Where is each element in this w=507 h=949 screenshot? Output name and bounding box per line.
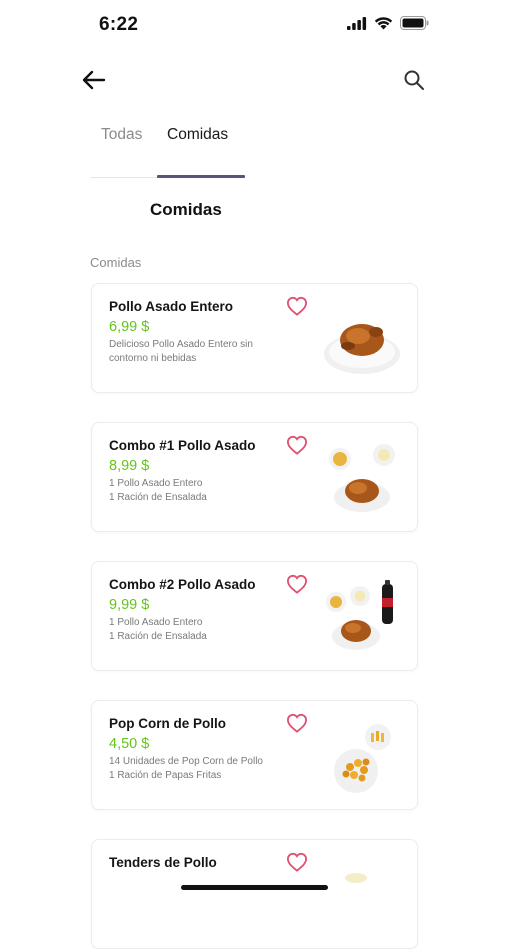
product-name: Pollo Asado Entero: [109, 299, 234, 314]
product-image: [345, 873, 367, 883]
product-image: [324, 324, 400, 374]
product-card[interactable]: Combo #2 Pollo Asado 9,99 $ 1 Pollo Asad…: [91, 561, 418, 671]
description-line: 1 Ración de Ensalada: [109, 631, 207, 642]
status-time: 6:22: [99, 14, 139, 35]
description-line: 1 Ración de Ensalada: [109, 492, 207, 503]
description-line: 1 Pollo Asado Entero: [109, 617, 203, 628]
product-price: 6,99 $: [109, 319, 150, 335]
product-card[interactable]: Combo #1 Pollo Asado 8,99 $ 1 Pollo Asad…: [91, 422, 418, 532]
product-description: 1 Pollo Asado Entero 1 Ración de Ensalad…: [109, 477, 289, 505]
search-icon[interactable]: [402, 68, 426, 92]
tab-todas[interactable]: Todas: [101, 126, 142, 180]
product-price: 9,99 $: [109, 597, 150, 613]
product-name: Combo #1 Pollo Asado: [109, 438, 256, 453]
product-card[interactable]: Tenders de Pollo: [91, 839, 418, 949]
product-description: Delicioso Pollo Asado Entero sin contorn…: [109, 338, 289, 366]
description-line: 1 Pollo Asado Entero: [109, 478, 203, 489]
product-price: 4,50 $: [109, 736, 150, 752]
home-indicator[interactable]: [181, 885, 328, 890]
description-line: 1 Ración de Papas Fritas: [109, 770, 222, 781]
battery-icon: [400, 16, 429, 30]
status-icons: [347, 16, 429, 30]
description-line: 14 Unidades de Pop Corn de Pollo: [109, 756, 263, 767]
description-line: Delicioso Pollo Asado Entero sin: [109, 339, 253, 350]
product-image: [334, 724, 391, 793]
product-name: Combo #2 Pollo Asado: [109, 577, 256, 592]
back-arrow-icon[interactable]: [80, 66, 108, 94]
section-title: Comidas: [150, 200, 222, 219]
product-image: [329, 444, 395, 512]
heart-icon[interactable]: [286, 435, 308, 455]
product-description: 1 Pollo Asado Entero 1 Ración de Ensalad…: [109, 616, 289, 644]
description-line: contorno ni bebidas: [109, 353, 197, 364]
active-tab-indicator: [157, 175, 245, 178]
cellular-signal-icon: [347, 16, 367, 30]
section-subtitle: Comidas: [90, 255, 142, 270]
product-name: Tenders de Pollo: [109, 855, 217, 870]
heart-icon[interactable]: [286, 713, 308, 733]
product-card[interactable]: Pollo Asado Entero 6,99 $ Delicioso Poll…: [91, 283, 418, 393]
tab-comidas[interactable]: Comidas: [167, 126, 228, 180]
product-card[interactable]: Pop Corn de Pollo 4,50 $ 14 Unidades de …: [91, 700, 418, 810]
heart-icon[interactable]: [286, 852, 308, 872]
product-name: Pop Corn de Pollo: [109, 716, 226, 731]
status-bar: 6:22: [0, 0, 507, 50]
product-price: 8,99 $: [109, 458, 150, 474]
wifi-icon: [374, 17, 393, 30]
product-image: [326, 580, 393, 650]
category-tabs: Todas Comidas: [90, 126, 245, 180]
product-description: 14 Unidades de Pop Corn de Pollo 1 Ració…: [109, 755, 289, 783]
heart-icon[interactable]: [286, 574, 308, 594]
nav-bar: [0, 60, 507, 100]
heart-icon[interactable]: [286, 296, 308, 316]
